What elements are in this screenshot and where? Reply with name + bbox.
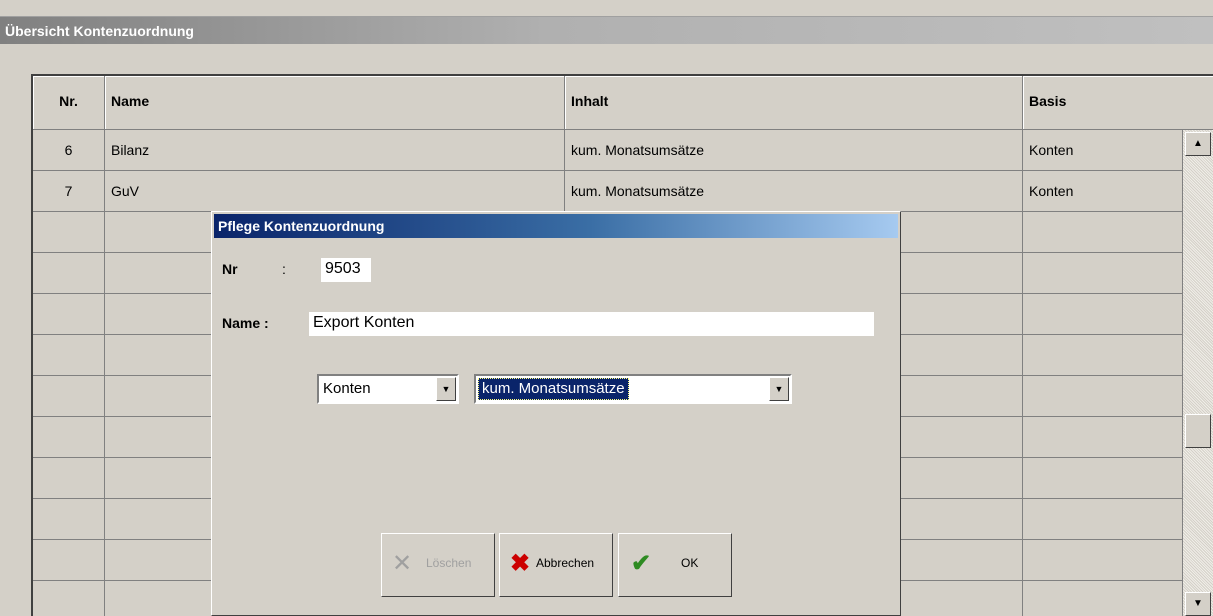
cell-inhalt: kum. Monatsumsätze [565, 130, 1023, 171]
inhalt-selected-value: kum. Monatsumsätze [478, 378, 629, 400]
pflege-kontenzuordnung-dialog: Pflege Kontenzuordnung Nr : 9503 Name : … [211, 211, 901, 616]
inhalt-select[interactable]: kum. Monatsumsätze ▼ [474, 374, 792, 404]
arrow-up-icon[interactable]: ▲ [1185, 132, 1211, 156]
column-header-nr[interactable]: Nr. [33, 76, 105, 130]
chevron-down-icon[interactable]: ▼ [769, 377, 789, 401]
delete-button[interactable]: ✕ Löschen [381, 533, 495, 597]
cell-basis: Konten [1023, 171, 1183, 212]
table-row[interactable]: 7 GuV kum. Monatsumsätze Konten [33, 171, 1183, 212]
vertical-scrollbar[interactable]: ▲ ▼ [1183, 130, 1213, 616]
cell-nr: 7 [33, 171, 105, 212]
nr-label: Nr [222, 261, 238, 277]
green-check-icon: ✔ [631, 550, 652, 577]
window-title: Übersicht Kontenzuordnung [0, 16, 1213, 44]
x-icon: ✕ [392, 550, 413, 577]
arrow-down-icon[interactable]: ▼ [1185, 592, 1211, 616]
ok-button[interactable]: ✔ OK [618, 533, 732, 597]
red-x-icon: ✖ [510, 550, 531, 577]
basis-selected-value: Konten [323, 380, 371, 397]
scrollbar-thumb[interactable] [1185, 414, 1211, 448]
cancel-button-label: Abbrechen [536, 556, 595, 570]
cell-name: Bilanz [105, 130, 565, 171]
column-header-basis[interactable]: Basis [1023, 76, 1213, 130]
dialog-title: Pflege Kontenzuordnung [214, 214, 898, 238]
chevron-down-icon[interactable]: ▼ [436, 377, 456, 401]
name-input[interactable]: Export Konten [309, 312, 874, 336]
delete-button-label: Löschen [426, 556, 472, 570]
ok-button-label: OK [681, 556, 699, 570]
cell-nr: 6 [33, 130, 105, 171]
cancel-button[interactable]: ✖ Abbrechen [499, 533, 613, 597]
name-label: Name : [222, 315, 269, 331]
cell-basis: Konten [1023, 130, 1183, 171]
nr-separator: : [282, 261, 286, 277]
basis-select[interactable]: Konten ▼ [317, 374, 459, 404]
cell-name: GuV [105, 171, 565, 212]
column-header-name[interactable]: Name [105, 76, 565, 130]
nr-field[interactable]: 9503 [321, 258, 371, 282]
table-row[interactable]: 6 Bilanz kum. Monatsumsätze Konten [33, 130, 1183, 171]
cell-inhalt: kum. Monatsumsätze [565, 171, 1023, 212]
column-header-inhalt[interactable]: Inhalt [565, 76, 1023, 130]
